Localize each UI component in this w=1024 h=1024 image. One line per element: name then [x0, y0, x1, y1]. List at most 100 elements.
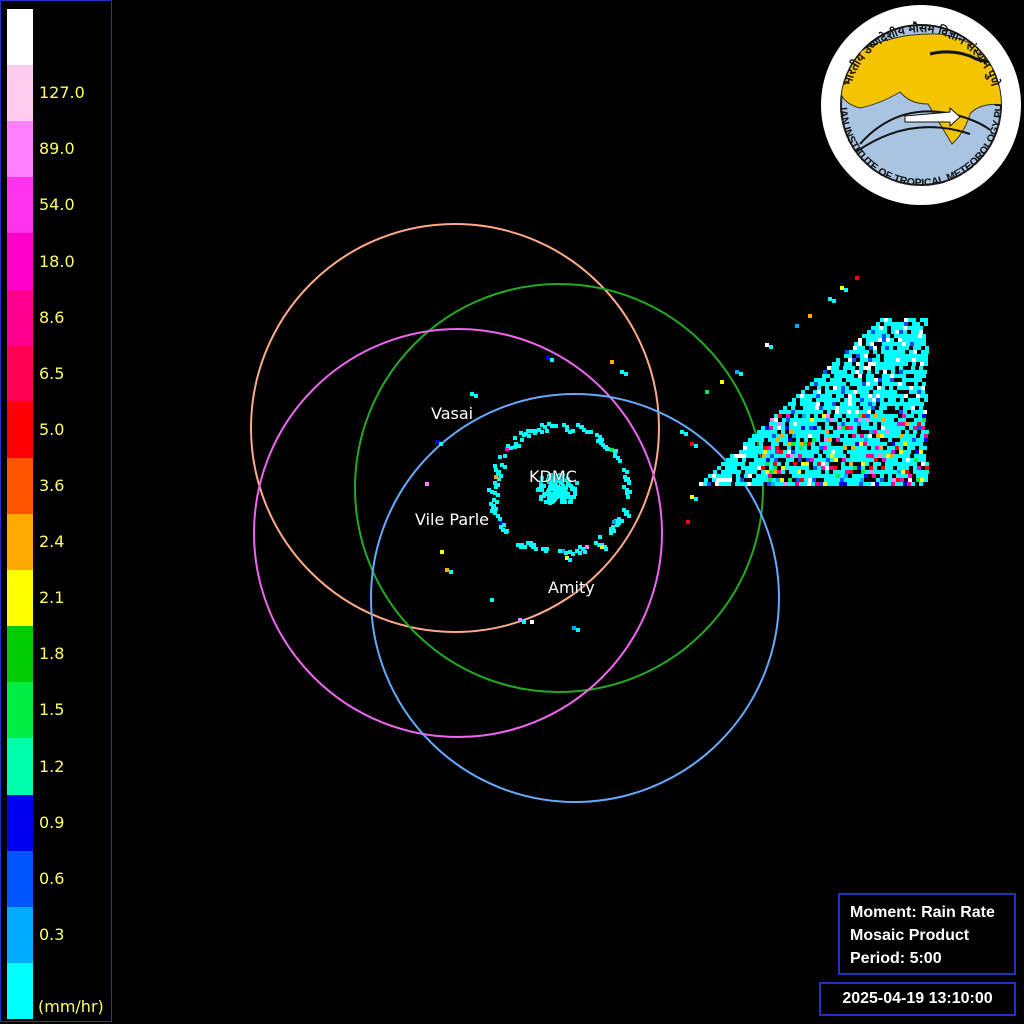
echo-pixel	[858, 454, 862, 458]
echo-pixel	[526, 429, 530, 433]
echo-pixel	[826, 454, 830, 458]
echo-pixel	[793, 462, 797, 466]
echo-pixel	[766, 454, 770, 458]
echo-pixel	[759, 450, 763, 454]
echo-pixel	[918, 378, 922, 382]
echo-pixel	[821, 466, 825, 470]
echo-pixel	[878, 454, 882, 458]
echo-pixel	[867, 330, 871, 334]
echo-pixel	[795, 442, 799, 446]
echo-pixel	[924, 322, 928, 326]
echo-pixel	[902, 334, 906, 338]
echo-pixel	[825, 390, 829, 394]
echo-pixel	[907, 450, 911, 454]
echo-pixel	[776, 434, 780, 438]
echo-pixel	[919, 366, 923, 370]
echo-pixel	[626, 495, 630, 499]
echo-pixel	[783, 410, 787, 414]
echo-pixel	[918, 334, 922, 338]
echo-pixel	[496, 493, 500, 497]
echo-pixel	[875, 442, 879, 446]
echo-pixel	[854, 414, 858, 418]
echo-pixel	[924, 398, 928, 402]
echo-pixel	[779, 482, 783, 486]
echo-pixel	[836, 434, 840, 438]
echo-pixel	[856, 478, 860, 482]
echo-pixel	[796, 434, 800, 438]
echo-pixel	[793, 430, 797, 434]
iitm-logo: भारतीय उष्णदेशीय मौसम विज्ञान संस्थान पु…	[816, 0, 1022, 206]
echo-pixel	[884, 322, 888, 326]
echo-pixel	[921, 470, 925, 474]
echo-pixel	[814, 418, 818, 422]
echo-pixel	[831, 370, 835, 374]
echo-pixel	[892, 362, 896, 366]
echo-pixel	[826, 418, 830, 422]
echo-pixel	[844, 362, 848, 366]
echo-pixel	[889, 462, 893, 466]
echo-pixel	[804, 474, 808, 478]
echo-pixel	[581, 547, 585, 551]
echo-pixel	[800, 434, 804, 438]
echo-pixel	[856, 398, 860, 402]
echo-pixel	[816, 434, 820, 438]
echo-pixel	[836, 362, 840, 366]
echo-pixel	[917, 386, 921, 390]
echo-pixel	[756, 478, 760, 482]
echo-pixel	[801, 390, 805, 394]
echo-pixel	[838, 454, 842, 458]
echo-pixel	[760, 478, 764, 482]
echo-pixel	[851, 450, 855, 454]
echo-pixel	[900, 322, 904, 326]
echo-pixel	[751, 450, 755, 454]
echo-pixel	[883, 482, 887, 486]
echo-pixel	[861, 426, 865, 430]
echo-pixel	[896, 394, 900, 398]
echo-pixel	[694, 497, 698, 501]
echo-pixel	[884, 354, 888, 358]
echo-pixel	[773, 430, 777, 434]
echo-pixel	[830, 458, 834, 462]
echo-pixel	[911, 330, 915, 334]
echo-pixel	[769, 470, 773, 474]
echo-pixel	[883, 442, 887, 446]
echo-pixel	[861, 350, 865, 354]
echo-pixel	[775, 482, 779, 486]
echo-pixel	[847, 410, 851, 414]
echo-pixel	[875, 366, 879, 370]
echo-pixel	[908, 438, 912, 442]
echo-pixel	[818, 378, 822, 382]
echo-pixel	[919, 450, 923, 454]
echo-pixel	[869, 430, 873, 434]
echo-pixel	[857, 422, 861, 426]
echo-pixel	[798, 454, 802, 458]
echo-pixel	[874, 334, 878, 338]
echo-pixel	[820, 398, 824, 402]
echo-pixel	[800, 402, 804, 406]
echo-pixel	[870, 458, 874, 462]
echo-pixel	[742, 458, 746, 462]
echo-pixel	[879, 366, 883, 370]
echo-pixel	[900, 438, 904, 442]
echo-pixel	[851, 446, 855, 450]
echo-pixel	[822, 374, 826, 378]
echo-pixel	[922, 414, 926, 418]
echo-pixel	[913, 422, 917, 426]
echo-pixel	[828, 478, 832, 482]
echo-pixel	[725, 466, 729, 470]
echo-pixel	[789, 470, 793, 474]
echo-pixel	[555, 495, 559, 499]
echo-pixel	[881, 466, 885, 470]
echo-pixel	[612, 520, 616, 524]
echo-pixel	[774, 454, 778, 458]
echo-pixel	[725, 462, 729, 466]
echo-pixel	[778, 414, 782, 418]
echo-pixel	[888, 322, 892, 326]
echo-pixel	[918, 338, 922, 342]
echo-pixel	[835, 366, 839, 370]
echo-pixel	[875, 450, 879, 454]
echo-pixel	[863, 410, 867, 414]
echo-pixel	[818, 458, 822, 462]
echo-pixel	[914, 458, 918, 462]
echo-pixel	[908, 474, 912, 478]
